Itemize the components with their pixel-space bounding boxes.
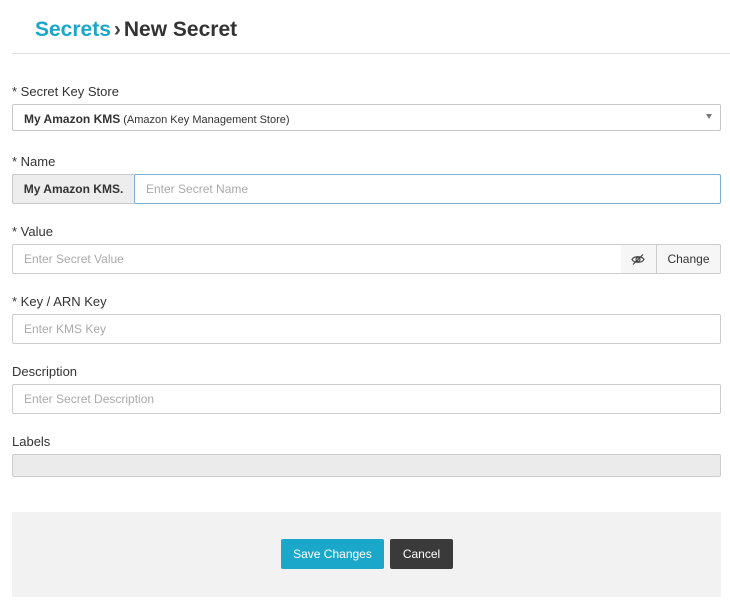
page-title: Secrets › New Secret — [35, 18, 237, 42]
kms-key-label: * Key / ARN Key — [12, 294, 107, 309]
breadcrumb-separator: › — [113, 18, 121, 41]
breadcrumb-current: New Secret — [123, 18, 238, 41]
name-label: * Name — [12, 154, 56, 169]
cancel-button[interactable]: Cancel — [390, 539, 453, 569]
breadcrumb-secrets-link[interactable]: Secrets — [35, 18, 111, 41]
form-actions-bar: Save Changes Cancel — [12, 512, 721, 597]
toggle-visibility-button[interactable] — [621, 244, 657, 274]
description-input[interactable] — [12, 384, 721, 414]
page-header: Secrets › New Secret — [12, 0, 730, 54]
eye-slash-icon — [631, 254, 645, 265]
name-prefix: My Amazon KMS. — [12, 174, 134, 204]
secret-key-store-select[interactable]: My Amazon KMS (Amazon Key Management Stor… — [12, 104, 721, 131]
description-label: Description — [12, 364, 78, 379]
change-value-button[interactable]: Change — [656, 244, 721, 274]
labels-input[interactable] — [12, 454, 721, 477]
labels-label: Labels — [12, 434, 51, 449]
caret-down-icon — [706, 114, 712, 119]
selected-store-type: (Amazon Key Management Store) — [123, 114, 290, 126]
secret-value-input[interactable] — [12, 244, 622, 274]
secret-name-input[interactable] — [134, 174, 721, 204]
secret-key-store-label: * Secret Key Store — [12, 84, 119, 99]
value-label: * Value — [12, 224, 53, 239]
save-changes-button[interactable]: Save Changes — [281, 539, 384, 569]
secret-key-store-selected: My Amazon KMS (Amazon Key Management Stor… — [24, 112, 290, 126]
kms-key-input[interactable] — [12, 314, 721, 344]
selected-store-name: My Amazon KMS — [24, 112, 121, 126]
